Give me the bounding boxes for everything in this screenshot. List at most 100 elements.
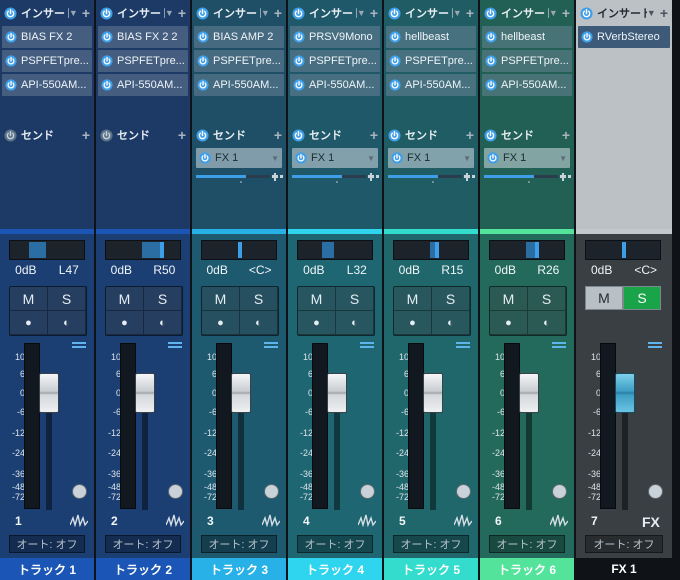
channel-strip: インサート▼+hellbeastPSPFETpre...API-550AM...… (480, 0, 574, 580)
waveform-icon[interactable] (261, 513, 281, 528)
plus-icon[interactable]: + (178, 128, 186, 142)
triangle-down-icon[interactable]: ▼ (647, 8, 656, 18)
triangle-down-icon[interactable]: ▼ (357, 8, 366, 18)
triangle-down-icon[interactable]: ▼ (559, 154, 567, 163)
monitor-button[interactable]: ◐ (240, 311, 278, 335)
meter-display-icon[interactable] (168, 342, 182, 352)
monitor-button[interactable]: ◐ (432, 311, 470, 335)
insert-plugin-name: PSPFETpre... (213, 55, 281, 67)
insert-plugin-name: API-550AM... (21, 79, 87, 91)
solo-button[interactable]: S (336, 287, 374, 311)
send-label: センド (309, 130, 342, 142)
triangle-down-icon[interactable]: ▼ (69, 8, 78, 18)
waveform-icon[interactable] (69, 513, 89, 528)
waveform-icon[interactable] (165, 513, 185, 528)
meter-display-icon[interactable] (552, 342, 566, 352)
plus-icon[interactable]: + (562, 128, 570, 142)
knob-icon[interactable] (72, 484, 87, 499)
insert-label: インサート (117, 8, 165, 20)
automation-mode[interactable]: オート: オフ (585, 535, 663, 553)
automation-mode[interactable]: オート: オフ (105, 535, 181, 553)
plus-icon[interactable]: + (370, 128, 378, 142)
plus-icon[interactable]: + (562, 6, 570, 20)
automation-mode[interactable]: オート: オフ (9, 535, 85, 553)
plus-icon[interactable]: + (178, 6, 186, 20)
knob-icon[interactable] (264, 484, 279, 499)
volume-fader[interactable] (615, 373, 635, 413)
plus-icon[interactable]: + (660, 6, 668, 20)
plus-icon[interactable]: + (274, 128, 282, 142)
solo-button[interactable]: S (623, 286, 661, 310)
triangle-down-icon[interactable]: ▼ (165, 8, 174, 18)
meter-display-icon[interactable] (72, 342, 86, 352)
automation-mode[interactable]: オート: オフ (489, 535, 565, 553)
plus-icon[interactable]: + (466, 128, 474, 142)
plus-icon[interactable]: + (82, 128, 90, 142)
triangle-down-icon[interactable]: ▼ (463, 154, 471, 163)
volume-fader[interactable] (135, 373, 155, 413)
automation-mode[interactable]: オート: オフ (201, 535, 277, 553)
triangle-down-icon[interactable]: ▼ (453, 8, 462, 18)
insert-label: インサート (21, 8, 69, 20)
triangle-down-icon[interactable]: ▼ (271, 154, 279, 163)
solo-button[interactable]: S (528, 287, 566, 311)
pan-value[interactable]: <C> (249, 263, 272, 279)
waveform-icon[interactable] (453, 513, 473, 528)
automation-mode[interactable]: オート: オフ (393, 535, 469, 553)
monitor-button[interactable]: ◐ (336, 311, 374, 335)
plus-icon[interactable]: + (370, 6, 378, 20)
triangle-down-icon[interactable]: ▼ (549, 8, 558, 18)
monitor-button[interactable]: ◐ (48, 311, 86, 335)
automation-mode[interactable]: オート: オフ (297, 535, 373, 553)
track-name[interactable]: トラック 6 (480, 558, 574, 580)
meter-display-icon[interactable] (648, 342, 662, 352)
solo-button[interactable]: S (48, 287, 86, 311)
volume-fader[interactable] (519, 373, 539, 413)
channel-number: 4 (303, 514, 310, 528)
channel-number: 6 (495, 514, 502, 528)
pan-value[interactable]: R50 (153, 263, 175, 279)
track-name[interactable]: トラック 5 (384, 558, 478, 580)
waveform-icon[interactable] (549, 513, 569, 528)
pan-value[interactable]: L47 (59, 263, 79, 279)
meter-display-icon[interactable] (264, 342, 278, 352)
pan-value[interactable]: L32 (347, 263, 367, 279)
waveform-icon[interactable] (357, 513, 377, 528)
track-name[interactable]: トラック 1 (0, 558, 94, 580)
solo-button[interactable]: S (144, 287, 182, 311)
pan-value[interactable]: R26 (537, 263, 559, 279)
track-name[interactable]: トラック 3 (192, 558, 286, 580)
solo-button[interactable]: S (432, 287, 470, 311)
monitor-button[interactable]: ◐ (528, 311, 566, 335)
send-destination: FX 1 (215, 152, 239, 164)
volume-fader[interactable] (231, 373, 251, 413)
pan-value[interactable]: <C> (634, 263, 657, 279)
plus-icon[interactable]: + (82, 6, 90, 20)
insert-plugin-name: PSPFETpre... (501, 55, 569, 67)
volume-fader[interactable] (327, 373, 347, 413)
pan-value[interactable]: R15 (441, 263, 463, 279)
track-name[interactable]: FX 1 (576, 558, 672, 580)
knob-icon[interactable] (552, 484, 567, 499)
triangle-down-icon[interactable]: ▼ (261, 8, 270, 18)
plus-icon[interactable]: + (466, 6, 474, 20)
volume-fader[interactable] (423, 373, 443, 413)
pan-fill (29, 242, 46, 258)
meter-display-icon[interactable] (360, 342, 374, 352)
send-label: センド (213, 130, 246, 142)
meter-display-icon[interactable] (456, 342, 470, 352)
solo-button[interactable]: S (240, 287, 278, 311)
track-name[interactable]: トラック 2 (96, 558, 190, 580)
knob-icon[interactable] (168, 484, 183, 499)
half-circle-icon: ◐ (447, 316, 454, 329)
track-name[interactable]: トラック 4 (288, 558, 382, 580)
knob-icon[interactable] (456, 484, 471, 499)
triangle-down-icon[interactable]: ▼ (367, 154, 375, 163)
insert-plugin-name: API-550AM... (405, 79, 471, 91)
monitor-button[interactable]: ◐ (144, 311, 182, 335)
knob-icon[interactable] (648, 484, 663, 499)
volume-fader[interactable] (39, 373, 59, 413)
send-label: センド (405, 130, 438, 142)
plus-icon[interactable]: + (274, 6, 282, 20)
knob-icon[interactable] (360, 484, 375, 499)
